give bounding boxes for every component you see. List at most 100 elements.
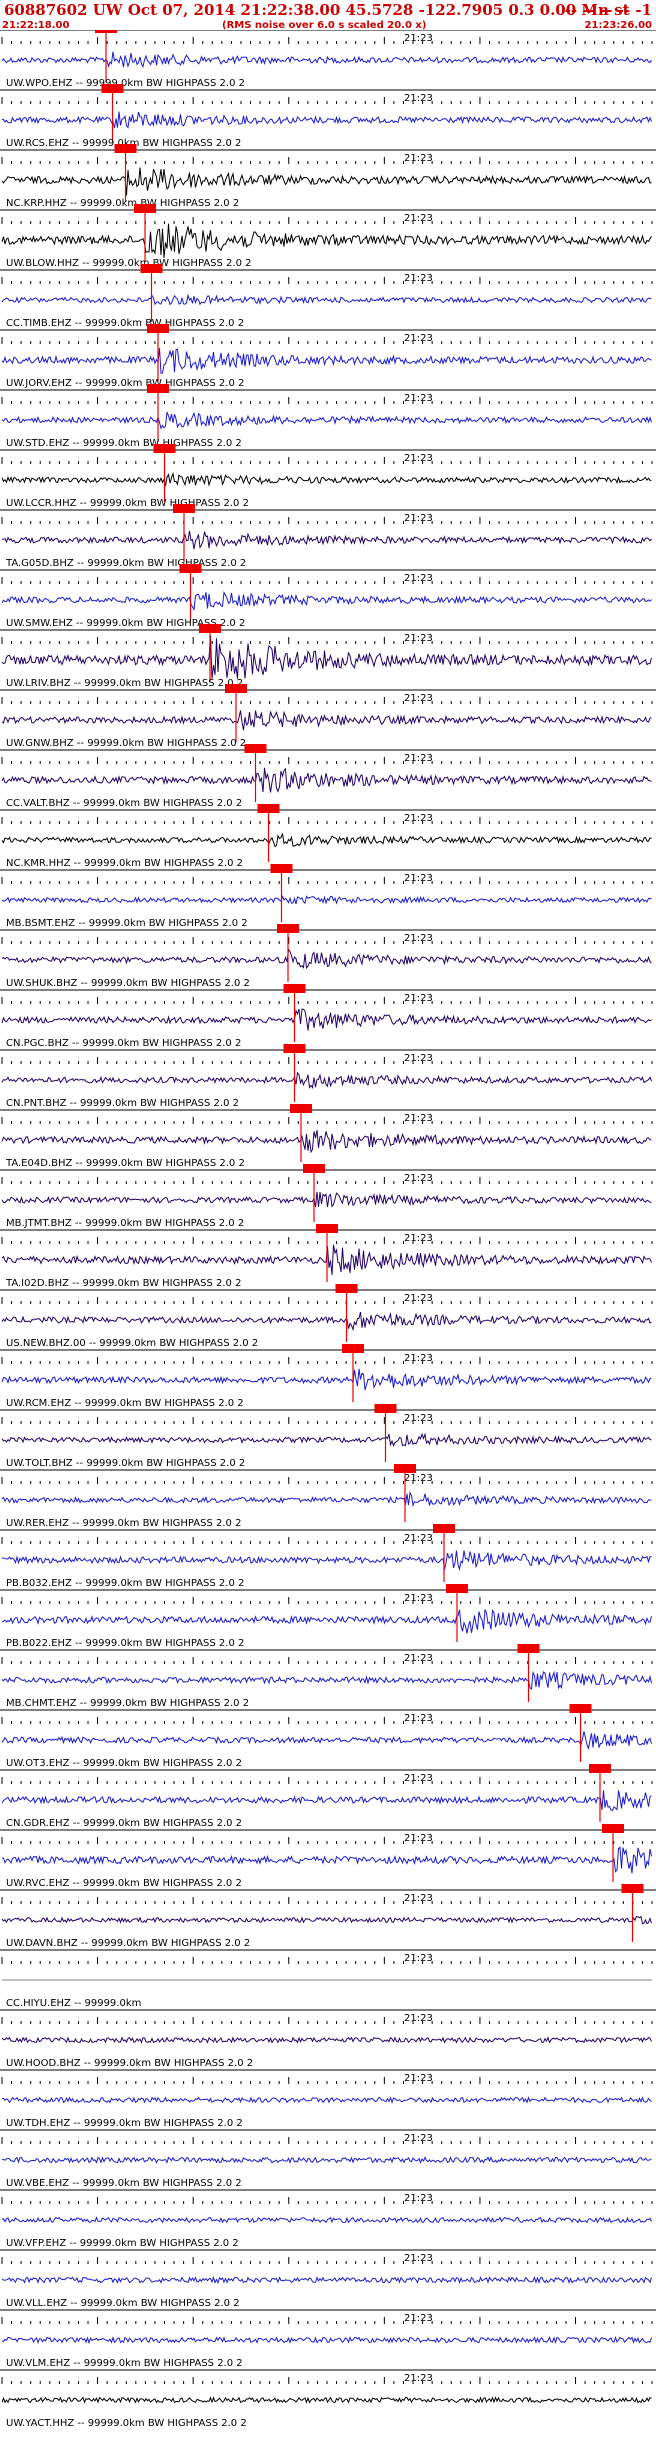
time-tick-label: 21:23: [404, 873, 433, 884]
waveform-trace: [1, 2156, 652, 2165]
waveform-trace: [1, 948, 652, 970]
waveform-trace: [1, 1129, 652, 1154]
station-label: MB.BSMT.EHZ -- 99999.0km BW HIGHPASS 2.0…: [6, 918, 248, 929]
waveform-trace: [1, 590, 652, 612]
time-tick-label: 21:23: [404, 1893, 433, 1904]
time-tick-label: 21:23: [404, 1113, 433, 1124]
station-label: UW.GNW.BHZ -- 99999.0km BW HIGHPASS 2.0 …: [6, 738, 246, 749]
waveform-trace: [1, 471, 652, 487]
station-label: UW.HOOD.BHZ -- 99999.0km BW HIGHPASS 2.0…: [6, 2058, 253, 2069]
time-tick-label: 21:23: [404, 1773, 433, 1784]
waveform-trace: [1, 2275, 652, 2285]
time-tick-label: 21:23: [404, 273, 433, 284]
station-label: UW.LCCR.HHZ -- 99999.0km BW HIGHPASS 2.0…: [6, 498, 249, 509]
station-label: UW.TOLT.BHZ -- 99999.0km BW HIGHPASS 2.0…: [6, 1458, 245, 1469]
time-tick-label: 21:23: [404, 513, 433, 524]
waveform-trace: [1, 411, 652, 430]
station-label: MB.JTMT.BHZ -- 99999.0km BW HIGHPASS 2.0…: [6, 1218, 244, 1229]
waveform-trace: [1, 293, 652, 306]
waveform-trace: [1, 1191, 652, 1208]
time-tick-label: 21:23: [404, 573, 433, 584]
station-label: MB.CHMT.EHZ -- 99999.0km BW HIGHPASS 2.0…: [6, 1698, 249, 1709]
waveform-trace: [1, 1368, 652, 1391]
time-tick-label: 21:23: [404, 2253, 433, 2264]
waveform-trace: [1, 1609, 652, 1634]
time-tick-label: 21:23: [404, 1953, 433, 1964]
station-label: TA.G05D.BHZ -- 99999.0km BW HIGHPASS 2.0…: [5, 558, 246, 569]
time-tick-label: 21:23: [404, 1473, 433, 1484]
waveform-trace: [1, 2036, 652, 2044]
time-tick-label: 21:23: [404, 2013, 433, 2024]
plot-header: 60887602 UW Oct 07, 2014 21:22:38.00 45.…: [0, 0, 656, 31]
waveform-trace: [1, 1311, 652, 1332]
time-tick-label: 21:23: [404, 2073, 433, 2084]
station-label: CN.GDR.EHZ -- 99999.0km BW HIGHPASS 2.0 …: [6, 1818, 242, 1829]
waveform-trace: [1, 1731, 652, 1751]
waveform-trace: [1, 1846, 652, 1874]
station-label: UW.RER.EHZ -- 99999.0km BW HIGHPASS 2.0 …: [6, 1518, 241, 1529]
waveform-trace: [1, 51, 652, 68]
station-label: UW.VBE.EHZ -- 99999.0km BW HIGHPASS 2.0 …: [6, 2178, 242, 2189]
seismogram-plot: 21:23 UW.WPO.EHZ -- 99999.0km BW HIGHPASS…: [0, 30, 656, 2429]
station-label: CC.HIYU.EHZ -- 99999.0km: [6, 1998, 141, 2009]
waveform-trace: [1, 1008, 652, 1031]
time-tick-label: 21:23: [404, 1173, 433, 1184]
waveform-trace: [1, 1432, 652, 1447]
time-tick-label: 21:23: [404, 33, 433, 44]
station-label: UW.VFP.EHZ -- 99999.0km BW HIGHPASS 2.0 …: [6, 2238, 239, 2249]
waveform-trace: [1, 1670, 652, 1690]
station-label: UW.DAVN.BHZ -- 99999.0km BW HIGHPASS 2.0…: [6, 1938, 250, 1949]
time-tick-label: 21:23: [404, 633, 433, 644]
waveform-trace: [1, 348, 652, 374]
station-label: UW.BLOW.HHZ -- 99999.0km BW HIGHPASS 2.0…: [6, 258, 252, 269]
time-tick-label: 21:23: [404, 1653, 433, 1664]
waveform-trace: [1, 2096, 652, 2104]
time-tick-label: 21:23: [404, 2313, 433, 2324]
station-label: UW.OT3.EHZ -- 99999.0km BW HIGHPASS 2.0 …: [6, 1758, 242, 1769]
station-label: TA.I02D.BHZ -- 99999.0km BW HIGHPASS 2.0…: [5, 1278, 241, 1289]
station-label: NC.KMR.HHZ -- 99999.0km BW HIGHPASS 2.0 …: [6, 858, 243, 869]
station-label: PB.B022.EHZ -- 99999.0km BW HIGHPASS 2.0…: [6, 1638, 244, 1649]
waveform-trace: [1, 223, 652, 258]
time-tick-label: 21:23: [404, 2373, 433, 2384]
waveform-trace: [1, 1790, 652, 1812]
waveform-trace: [1, 1071, 652, 1089]
event-title-right: -- -- -- -- -1: [564, 1, 652, 19]
station-label: UW.YACT.HHZ -- 99999.0km BW HIGHPASS 2.0…: [6, 2418, 247, 2429]
time-tick-label: 21:23: [404, 1533, 433, 1544]
waveform-trace: [2, 530, 652, 550]
event-title: 60887602 UW Oct 07, 2014 21:22:38.00 45.…: [4, 1, 630, 19]
waveform-trace: [1, 767, 652, 793]
time-tick-label: 21:23: [404, 1053, 433, 1064]
station-label: UW.RVC.EHZ -- 99999.0km BW HIGHPASS 2.0 …: [6, 1878, 242, 1889]
time-tick-label: 21:23: [404, 93, 433, 104]
time-tick-label: 21:23: [404, 453, 433, 464]
time-tick-label: 21:23: [404, 393, 433, 404]
time-tick-label: 21:23: [404, 1233, 433, 1244]
station-label: UW.VLM.EHZ -- 99999.0km BW HIGHPASS 2.0 …: [6, 2358, 243, 2369]
time-tick-label: 21:23: [404, 753, 433, 764]
station-label: PB.B032.EHZ -- 99999.0km BW HIGHPASS 2.0…: [6, 1578, 244, 1589]
station-label: UW.LRIV.BHZ -- 99999.0km BW HIGHPASS 2.0…: [6, 678, 243, 689]
waveform-trace: [1, 833, 652, 848]
station-label: UW.STD.EHZ -- 99999.0km BW HIGHPASS 2.0 …: [6, 438, 242, 449]
waveform-trace: [1, 2216, 652, 2224]
time-tick-label: 21:23: [404, 153, 433, 164]
time-tick-label: 21:23: [404, 1833, 433, 1844]
waveform-trace: [1, 1490, 652, 1508]
station-label: CN.PGC.BHZ -- 99999.0km BW HIGHPASS 2.0 …: [6, 1038, 241, 1049]
station-label: UW.TDH.EHZ -- 99999.0km BW HIGHPASS 2.0 …: [6, 2118, 243, 2129]
time-tick-label: 21:23: [404, 2133, 433, 2144]
station-label: UW.WPO.EHZ -- 99999.0km BW HIGHPASS 2.0 …: [6, 78, 245, 89]
station-label: UW.SHUK.BHZ -- 99999.0km BW HIGHPASS 2.0…: [6, 978, 250, 989]
station-label: CN.PNT.BHZ -- 99999.0km BW HIGHPASS 2.0 …: [6, 1098, 239, 1109]
time-tick-label: 21:23: [404, 1413, 433, 1424]
station-label: NC.KRP.HHZ -- 99999.0km BW HIGHPASS 2.0 …: [6, 198, 239, 209]
time-tick-label: 21:23: [404, 1593, 433, 1604]
time-tick-label: 21:23: [404, 933, 433, 944]
time-tick-label: 21:23: [404, 333, 433, 344]
station-label: UW.JORV.EHZ -- 99999.0km BW HIGHPASS 2.0…: [6, 378, 244, 389]
station-label: CC.TIMB.EHZ -- 99999.0km BW HIGHPASS 2.0…: [6, 318, 244, 329]
time-tick-label: 21:23: [404, 1713, 433, 1724]
station-label: US.NEW.BHZ.00 -- 99999.0km BW HIGHPASS 2…: [6, 1338, 258, 1349]
